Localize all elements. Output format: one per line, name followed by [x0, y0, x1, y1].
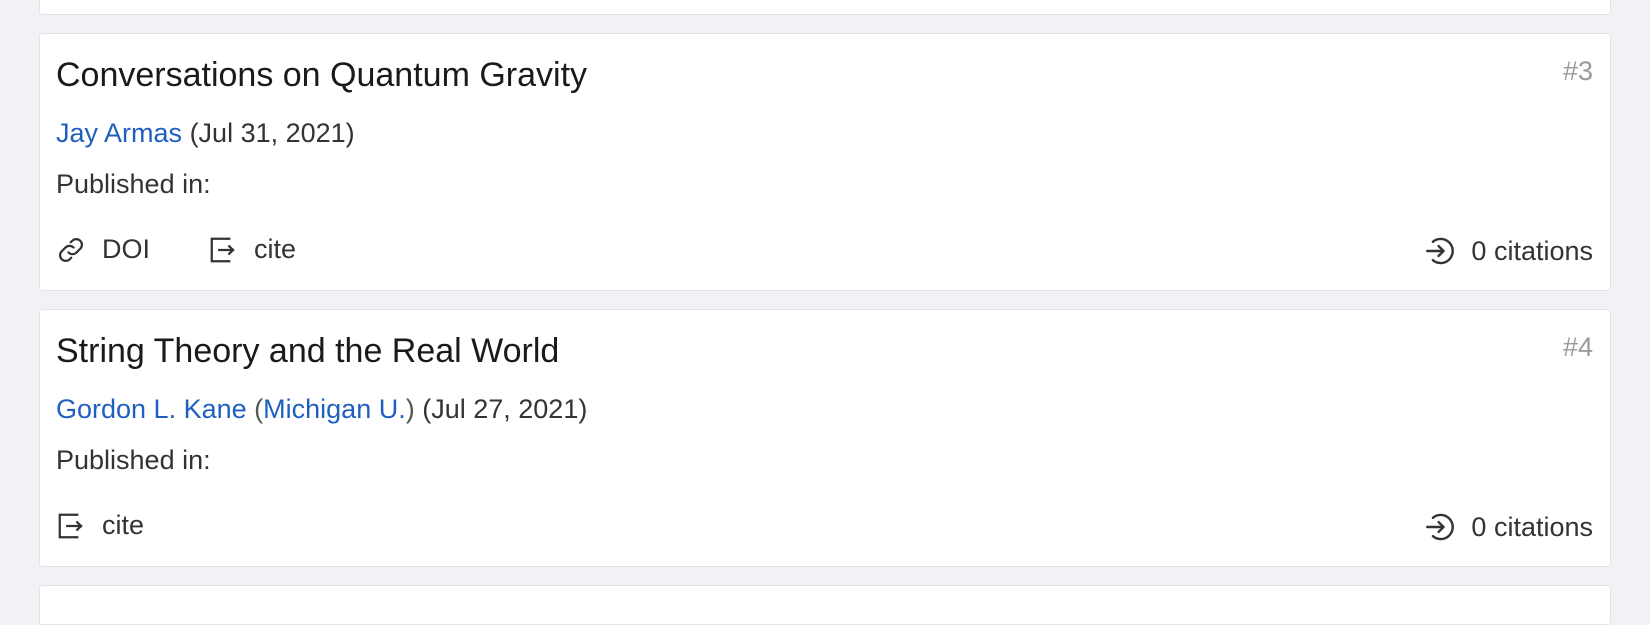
- result-actions: DOI cite: [56, 234, 354, 265]
- cite-export-icon: [58, 513, 83, 538]
- result-title-text[interactable]: String Theory and the Real World: [56, 332, 559, 370]
- published-in: Published in:: [56, 445, 211, 475]
- author-link[interactable]: Gordon L. Kane: [56, 394, 247, 424]
- login-arrow-circle-icon: [1426, 237, 1455, 265]
- login-arrow-circle-icon: [1426, 513, 1455, 541]
- cite-button[interactable]: cite: [208, 234, 296, 265]
- result-card: String Theory and the Real World #4 Gord…: [39, 309, 1611, 567]
- result-rank: #3: [1562, 56, 1593, 86]
- doi-label: DOI: [102, 234, 151, 264]
- author-link[interactable]: Jay Armas: [56, 118, 182, 148]
- result-actions: cite: [56, 510, 202, 541]
- cite-label: cite: [254, 234, 297, 264]
- result-card-partial-previous: [39, 0, 1611, 15]
- result-card-partial-next: [39, 585, 1611, 625]
- citations-link[interactable]: 0 citations: [1423, 234, 1593, 268]
- citations-link[interactable]: 0 citations: [1423, 510, 1593, 544]
- affiliation-close-paren: ): [405, 394, 415, 424]
- citations-label: 0 citations: [1471, 235, 1593, 266]
- result-authors: Gordon L. Kane (Michigan U.) (Jul 27, 20…: [56, 394, 587, 425]
- affiliation-open-paren: (: [254, 394, 264, 424]
- affiliation-link[interactable]: Michigan U.: [263, 394, 406, 424]
- result-title[interactable]: String Theory and the Real World: [56, 332, 559, 371]
- cite-button[interactable]: cite: [56, 510, 144, 541]
- result-title[interactable]: Conversations on Quantum Gravity: [56, 56, 587, 95]
- link-icon: [58, 237, 84, 262]
- result-date: (Jul 31, 2021): [189, 118, 355, 148]
- cite-export-icon: [210, 237, 235, 262]
- result-date: (Jul 27, 2021): [422, 394, 588, 424]
- citations-label: 0 citations: [1471, 511, 1593, 542]
- result-title-text[interactable]: Conversations on Quantum Gravity: [56, 56, 587, 94]
- published-in: Published in:: [56, 169, 211, 199]
- result-card: Conversations on Quantum Gravity #3 Jay …: [39, 33, 1611, 291]
- doi-button[interactable]: DOI: [56, 234, 150, 265]
- result-rank: #4: [1562, 332, 1593, 362]
- result-authors: Jay Armas (Jul 31, 2021): [56, 118, 355, 149]
- cite-label: cite: [102, 510, 145, 540]
